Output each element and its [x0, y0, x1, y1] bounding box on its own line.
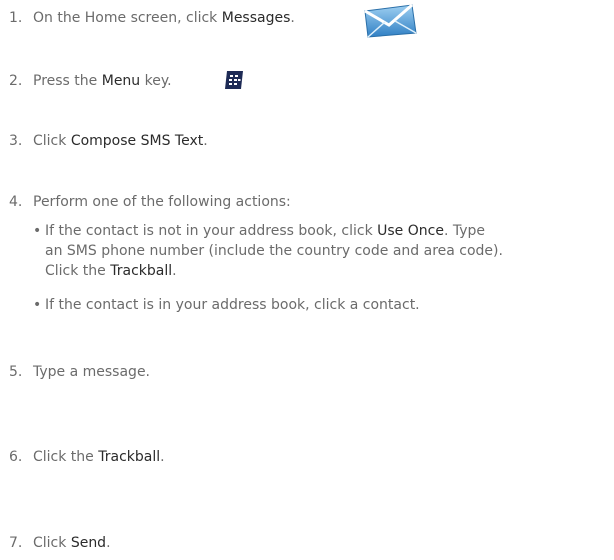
step-text: Click: [33, 535, 71, 551]
step-text: On the Home screen, click: [33, 10, 222, 26]
step-text: Type a message.: [33, 364, 151, 380]
step-text: Click: [33, 133, 71, 149]
step-6: 6. Click the Trackball.: [9, 448, 614, 466]
step-text-end: key.: [140, 73, 172, 89]
step-text-end: .: [203, 133, 208, 149]
step-1: 1. On the Home screen, click Messages.: [9, 9, 614, 27]
step-text: Perform one of the following actions:: [33, 194, 291, 210]
step-number: 2.: [9, 73, 23, 89]
bullet-text: If the contact is not in your address bo…: [45, 223, 378, 239]
step-text: Press the: [33, 73, 102, 89]
send-term: Send: [70, 535, 107, 551]
bullet-text: Click the: [45, 263, 111, 279]
step-number: 4.: [9, 194, 23, 210]
bullet-text-end: .: [172, 263, 177, 279]
step-text-end: .: [160, 449, 165, 465]
bullet-line-1: If the contact is in your address book, …: [45, 297, 420, 313]
step-number: 3.: [9, 133, 23, 149]
step-number: 6.: [9, 449, 23, 465]
use-once-term: Use Once: [377, 223, 444, 239]
blackberry-menu-key-icon: [225, 71, 243, 89]
bullet-line-1: If the contact is not in your address bo…: [33, 221, 614, 241]
trackball-term: Trackball: [110, 263, 173, 279]
step-2: 2. Press the Menu key.: [9, 72, 614, 90]
bullet-address-book: • If the contact is in your address book…: [33, 295, 614, 315]
bullet-line-2: an SMS phone number (include the country…: [45, 243, 503, 259]
messages-envelope-icon: [364, 3, 417, 38]
step-number: 5.: [9, 364, 23, 380]
bullet-dot: •: [33, 297, 42, 313]
compose-sms-term: Compose SMS Text: [70, 133, 204, 149]
trackball-term: Trackball: [98, 449, 161, 465]
bullet-use-once: • If the contact is not in your address …: [33, 221, 614, 281]
step-7: 7. Click Send.: [9, 534, 614, 552]
step-3: 3. Click Compose SMS Text.: [9, 132, 614, 150]
messages-term: Messages: [221, 10, 291, 26]
step-text-end: .: [290, 10, 295, 26]
step-number: 1.: [9, 10, 23, 26]
step-4: 4. Perform one of the following actions:: [9, 193, 614, 211]
bullet-text-end: . Type: [443, 223, 486, 239]
bullet-dot: •: [33, 223, 42, 239]
step-text: Click the: [33, 449, 99, 465]
step-number: 7.: [9, 535, 23, 551]
step-5: 5. Type a message.: [9, 363, 614, 381]
bullet-line-3: Click the Trackball.: [33, 261, 614, 281]
step-text-end: .: [106, 535, 111, 551]
menu-term: Menu: [101, 73, 141, 89]
